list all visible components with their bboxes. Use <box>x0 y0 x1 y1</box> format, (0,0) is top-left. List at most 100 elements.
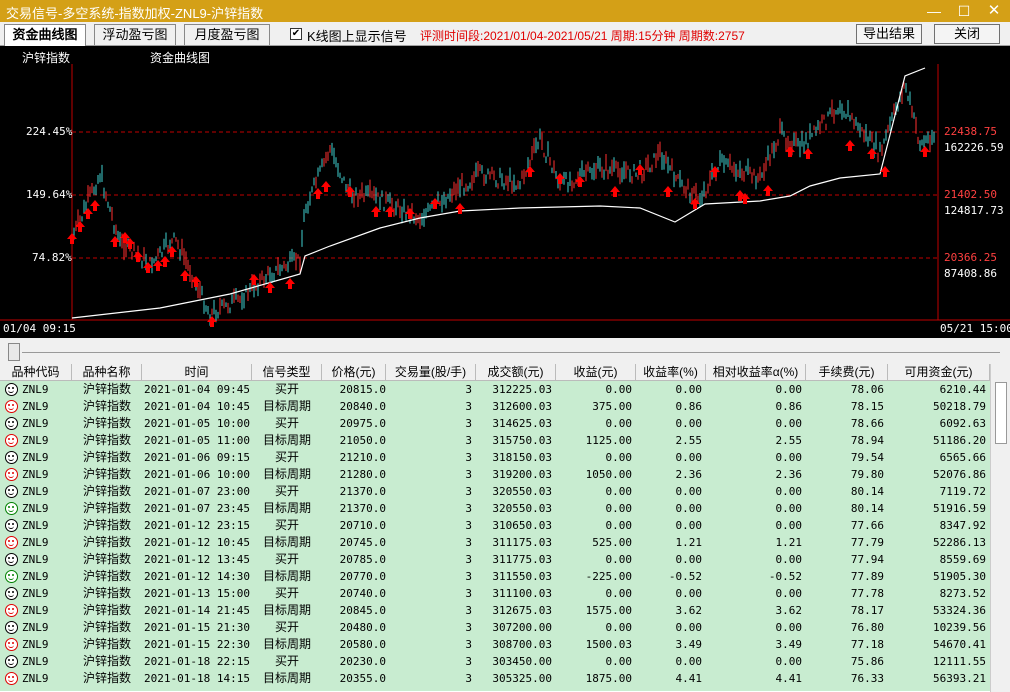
volume-cell: 3 <box>465 417 472 430</box>
table-row[interactable]: ZNL9 沪锌指数 2021-01-05 11:00 目标周期 21050.0 3 3157… <box>0 432 990 449</box>
column-header[interactable]: 时间 <box>142 364 252 381</box>
code-cell: ZNL9 <box>22 655 49 668</box>
column-header[interactable]: 收益(元) <box>556 364 636 381</box>
amount-cell: 311550.03 <box>492 570 552 583</box>
table-row[interactable]: ZNL9 沪锌指数 2021-01-12 13:45 买开 20785.0 3 311775… <box>0 551 990 568</box>
signal-type-cell: 买开 <box>274 416 299 430</box>
smiley-icon <box>5 672 18 685</box>
alpha-cell: 0.00 <box>775 417 803 430</box>
minimize-icon[interactable]: — <box>920 2 948 20</box>
fee-cell: 77.66 <box>850 519 884 532</box>
left-axis-tick: 224.45% <box>26 125 73 138</box>
slider-handle[interactable] <box>8 343 20 361</box>
pnl-cell: 525.00 <box>592 536 632 549</box>
smiley-icon <box>5 604 18 617</box>
right-price-tick: 22438.75 <box>944 125 997 138</box>
price-cell: 21370.0 <box>339 502 386 515</box>
table-row[interactable]: ZNL9 沪锌指数 2021-01-04 09:45 买开 20815.0 3 312225… <box>0 381 990 398</box>
column-header[interactable]: 品种名称 <box>72 364 142 381</box>
table-row[interactable]: ZNL9 沪锌指数 2021-01-07 23:00 买开 21370.0 3 320550… <box>0 483 990 500</box>
tab-floating-pnl[interactable]: 浮动盈亏图 <box>94 24 176 45</box>
cash-cell: 51916.59 <box>933 502 986 515</box>
fee-cell: 76.80 <box>850 621 884 634</box>
table-row[interactable]: ZNL9 沪锌指数 2021-01-07 23:45 目标周期 21370.0 3 3205… <box>0 500 990 517</box>
signal-arrow-icon <box>67 233 77 244</box>
signal-type-cell: 目标周期 <box>262 501 311 515</box>
time-slider[interactable] <box>0 338 1010 364</box>
table-row[interactable]: ZNL9 沪锌指数 2021-01-06 10:00 目标周期 21280.0 3 3192… <box>0 466 990 483</box>
cash-cell: 56393.21 <box>933 672 986 685</box>
close-button[interactable]: 关闭 <box>934 24 1000 44</box>
price-cell: 20785.0 <box>339 553 386 566</box>
column-header[interactable]: 成交额(元) <box>476 364 556 381</box>
column-header[interactable]: 品种代码 <box>0 364 72 381</box>
cash-cell: 8273.52 <box>939 587 986 600</box>
time-cell: 2021-01-05 10:00 <box>144 417 250 430</box>
table-row[interactable]: ZNL9 沪锌指数 2021-01-04 10:45 目标周期 20840.0 3 3126… <box>0 398 990 415</box>
column-header[interactable]: 相对收益率α(%) <box>706 364 806 381</box>
name-cell: 沪锌指数 <box>82 433 131 447</box>
cash-cell: 6565.66 <box>939 451 986 464</box>
column-header[interactable]: 交易量(股/手) <box>386 364 476 381</box>
signal-arrow-icon <box>285 278 295 289</box>
price-cell: 20815.0 <box>339 383 386 396</box>
scrollbar-thumb[interactable] <box>995 382 1007 444</box>
column-header[interactable]: 可用资金(元) <box>888 364 990 381</box>
alpha-cell: 4.41 <box>775 672 803 685</box>
column-header[interactable]: 手续费(元) <box>806 364 888 381</box>
return-cell: 0.00 <box>675 451 703 464</box>
price-cell: 20230.0 <box>339 655 386 668</box>
amount-cell: 312225.03 <box>492 383 552 396</box>
table-row[interactable]: ZNL9 沪锌指数 2021-01-14 21:45 目标周期 20845.0 3 3126… <box>0 602 990 619</box>
time-cell: 2021-01-15 21:30 <box>144 621 250 634</box>
alpha-cell: 0.00 <box>775 587 803 600</box>
table-row[interactable]: ZNL9 沪锌指数 2021-01-13 15:00 买开 20740.0 3 311100… <box>0 585 990 602</box>
amount-cell: 314625.03 <box>492 417 552 430</box>
table-scrollbar[interactable] <box>990 364 1010 692</box>
return-cell: 0.00 <box>675 417 703 430</box>
name-cell: 沪锌指数 <box>82 671 131 685</box>
tab-equity-curve[interactable]: 资金曲线图 <box>4 24 86 46</box>
table-row[interactable]: ZNL9 沪锌指数 2021-01-12 23:15 买开 20710.0 3 310650… <box>0 517 990 534</box>
table-row[interactable]: ZNL9 沪锌指数 2021-01-05 10:00 买开 20975.0 3 314625… <box>0 415 990 432</box>
column-header[interactable]: 价格(元) <box>322 364 386 381</box>
slider-track[interactable] <box>22 352 1000 353</box>
window-title: 交易信号-多空系统-指数加权-ZNL9-沪锌指数 <box>6 6 264 21</box>
table-row[interactable]: ZNL9 沪锌指数 2021-01-18 22:15 买开 20230.0 3 303450… <box>0 653 990 670</box>
table-row[interactable]: ZNL9 沪锌指数 2021-01-15 21:30 买开 20480.0 3 307200… <box>0 619 990 636</box>
table-row[interactable]: ZNL9 沪锌指数 2021-01-12 10:45 目标周期 20745.0 3 3111… <box>0 534 990 551</box>
code-cell: ZNL9 <box>22 604 49 617</box>
name-cell: 沪锌指数 <box>82 620 131 634</box>
name-cell: 沪锌指数 <box>82 603 131 617</box>
alpha-cell: 0.00 <box>775 655 803 668</box>
table-row[interactable]: ZNL9 沪锌指数 2021-01-06 09:15 买开 21210.0 3 318150… <box>0 449 990 466</box>
signal-arrow-icon <box>920 146 930 157</box>
signal-type-cell: 目标周期 <box>262 671 311 685</box>
signal-type-cell: 买开 <box>274 518 299 532</box>
column-header[interactable]: 收益率(%) <box>636 364 706 381</box>
fee-cell: 80.14 <box>850 485 884 498</box>
tab-monthly-pnl[interactable]: 月度盈亏图 <box>184 24 270 45</box>
smiley-icon <box>5 502 18 515</box>
price-cell: 20480.0 <box>339 621 386 634</box>
export-button[interactable]: 导出结果 <box>856 24 922 44</box>
smiley-icon <box>5 383 18 396</box>
show-signal-checkbox[interactable]: ✔ <box>290 28 302 40</box>
code-cell: ZNL9 <box>22 621 49 634</box>
signal-arrow-icon <box>763 185 773 196</box>
table-row[interactable]: ZNL9 沪锌指数 2021-01-12 14:30 目标周期 20770.0 3 3115… <box>0 568 990 585</box>
table-row[interactable]: ZNL9 沪锌指数 2021-01-18 14:15 目标周期 20355.0 3 3053… <box>0 670 990 687</box>
amount-cell: 311175.03 <box>492 536 552 549</box>
amount-cell: 319200.03 <box>492 468 552 481</box>
table-row[interactable]: ZNL9 沪锌指数 2021-01-15 22:30 目标周期 20580.0 3 3087… <box>0 636 990 653</box>
maximize-icon[interactable]: ☐ <box>950 2 978 20</box>
signal-arrow-icon <box>321 181 331 192</box>
smiley-icon <box>5 468 18 481</box>
alpha-cell: 0.86 <box>775 400 803 413</box>
equity-chart[interactable]: 沪锌指数 资金曲线图 224.45% 149.64% 74.82% 22438.… <box>0 46 1010 338</box>
close-icon[interactable]: ✕ <box>980 2 1008 20</box>
code-cell: ZNL9 <box>22 638 49 651</box>
signal-arrow-icon <box>180 270 190 281</box>
pnl-cell: 1875.00 <box>585 672 632 685</box>
column-header[interactable]: 信号类型 <box>252 364 322 381</box>
